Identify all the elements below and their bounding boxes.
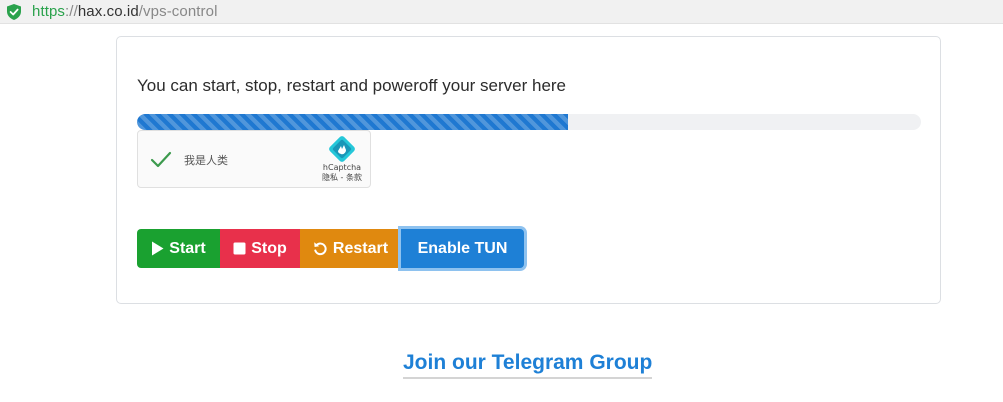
play-icon	[152, 241, 164, 256]
enable-tun-button-label: Enable TUN	[417, 239, 508, 257]
server-action-buttons: Start Stop Restart Enable TUN	[137, 229, 524, 268]
vps-control-card: You can start, stop, restart and powerof…	[116, 36, 941, 304]
url-host: hax.co.id	[77, 3, 139, 20]
enable-tun-button[interactable]: Enable TUN	[401, 229, 524, 268]
stop-button[interactable]: Stop	[220, 229, 300, 268]
start-button-label: Start	[169, 239, 206, 257]
start-button[interactable]: Start	[137, 229, 220, 268]
url-protocol: https	[32, 3, 66, 20]
hcaptcha-logo-icon[interactable]	[329, 136, 355, 162]
url-separator: ://	[65, 3, 78, 20]
captcha-links[interactable]: 隐私 - 条款	[314, 172, 370, 183]
check-icon[interactable]	[150, 151, 172, 169]
progress-fill	[137, 114, 569, 130]
stop-icon	[233, 242, 246, 255]
hcaptcha-widget[interactable]: 我是人类 hCaptcha 隐私 - 条款	[137, 130, 371, 188]
captcha-label: 我是人类	[184, 154, 228, 167]
stop-button-label: Stop	[251, 239, 287, 257]
progress-bar	[137, 114, 921, 130]
restart-button-label: Restart	[332, 239, 389, 257]
telegram-group-link[interactable]: Join our Telegram Group	[403, 351, 653, 379]
address-bar[interactable]: https://hax.co.id/vps-control	[0, 0, 1003, 24]
restart-icon	[314, 242, 327, 256]
restart-button[interactable]: Restart	[300, 229, 401, 268]
url-text[interactable]: https://hax.co.id/vps-control	[32, 3, 218, 20]
captcha-brand: hCaptcha	[322, 163, 362, 172]
intro-text: You can start, stop, restart and powerof…	[137, 76, 567, 95]
secure-shield-icon	[5, 3, 23, 21]
url-path: /vps-control	[138, 3, 218, 20]
